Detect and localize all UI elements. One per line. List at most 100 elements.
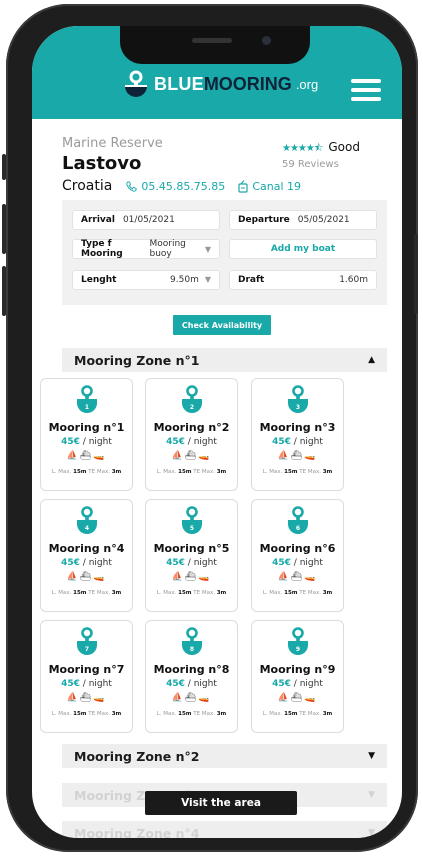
sailboat-icon: ⛵ [66, 572, 80, 582]
check-availability-button[interactable]: Check Availability [173, 315, 271, 335]
mooring-card[interactable]: 6 Mooring n°6 45€ / night ⛵⛴🚤 L. Max. 15m TE… [251, 499, 344, 612]
jetski-icon: 🚤 [93, 572, 107, 582]
buoy-icon: 1 [77, 385, 97, 413]
price-value: 45€ [272, 437, 291, 447]
hamburger-menu-icon[interactable] [351, 79, 381, 101]
draft-max-value: 3m [111, 711, 122, 717]
jetski-icon: 🚤 [304, 451, 318, 461]
mooring-card[interactable]: 3 Mooring n°3 45€ / night ⛵⛴🚤 L. Max. 15m TE… [251, 378, 344, 491]
zone-label: Mooring Zone n°1 [74, 352, 200, 368]
length-max-label: L. Max. [51, 469, 72, 475]
zone-header-1[interactable]: Mooring Zone n°1 ▲ [62, 348, 387, 372]
mooring-card[interactable]: 5 Mooring n°5 45€ / night ⛵⛴🚤 L. Max. 15m TE… [145, 499, 238, 612]
price-unit: / night [184, 437, 217, 447]
chevron-down-icon: ▼ [368, 751, 375, 761]
length-max-value: 15m [284, 469, 298, 475]
arrival-label: Arrival [81, 215, 115, 225]
volume-up-button [2, 204, 6, 254]
length-max-value: 15m [73, 590, 87, 596]
sailboat-icon: ⛵ [66, 451, 80, 461]
draft-value: 1.60m [339, 275, 368, 285]
motorboat-icon: ⛴ [184, 572, 199, 582]
jetski-icon: 🚤 [198, 451, 212, 461]
price-unit: / night [290, 558, 323, 568]
mooring-price: 45€ / night [41, 679, 132, 689]
sailboat-icon: ⛵ [277, 693, 291, 703]
boat-type-icons: ⛵⛴🚤 [41, 693, 132, 703]
length-max-label: L. Max. [51, 590, 72, 596]
mooring-card[interactable]: 7 Mooring n°7 45€ / night ⛵⛴🚤 L. Max. 15m TE… [40, 620, 133, 733]
boat-type-icons: ⛵⛴🚤 [41, 572, 132, 582]
mooring-name: Mooring n°1 [48, 421, 125, 434]
length-max-value: 15m [178, 590, 192, 596]
mooring-price: 45€ / night [252, 437, 343, 447]
visit-area-button[interactable]: Visit the area [145, 791, 297, 815]
mooring-card[interactable]: 1 Mooring n°1 45€ / night ⛵⛴🚤 L. Max. 15m TE… [40, 378, 133, 491]
mute-switch [2, 154, 6, 180]
chevron-up-icon: ▲ [368, 355, 375, 365]
price-value: 45€ [61, 558, 80, 568]
departure-label: Departure [238, 215, 290, 225]
draft-max-label: TE Max. [193, 711, 215, 717]
draft-max-label: TE Max. [88, 590, 110, 596]
mooring-name: Mooring n°5 [153, 542, 230, 555]
arrival-field[interactable]: Arrival 01/05/2021 [72, 210, 220, 230]
buoy-number: 3 [296, 404, 300, 411]
price-value: 45€ [166, 679, 185, 689]
sailboat-icon: ⛵ [171, 572, 185, 582]
draft-max-value: 3m [322, 590, 333, 596]
place-phone[interactable]: 05.45.85.75.85 [141, 180, 225, 193]
buoy-icon: 4 [77, 506, 97, 534]
draft-max-label: TE Max. [88, 469, 110, 475]
chevron-down-icon: ▼ [368, 790, 375, 800]
mooring-price: 45€ / night [252, 679, 343, 689]
motorboat-icon: ⛴ [290, 572, 305, 582]
add-my-boat-button[interactable]: Add my boat [229, 239, 377, 259]
mooring-limits: L. Max. 15m TE Max. 3m [252, 590, 343, 596]
buoy-icon: 7 [77, 627, 97, 655]
length-label: Lenght [81, 275, 117, 285]
price-unit: / night [79, 558, 112, 568]
draft-field[interactable]: Draft 1.60m [229, 270, 377, 290]
mooring-price: 45€ / night [146, 679, 237, 689]
zone-header-4[interactable]: Mooring Zone n°4 ▼ [62, 821, 387, 838]
draft-max-label: TE Max. [193, 469, 215, 475]
mooring-limits: L. Max. 15m TE Max. 3m [146, 469, 237, 475]
motorboat-icon: ⛴ [79, 451, 94, 461]
mooring-type-select[interactable]: Type f Mooring Mooring buoy ▼ [72, 239, 220, 259]
mooring-limits: L. Max. 15m TE Max. 3m [252, 711, 343, 717]
rating[interactable]: ★★★★⯪ Good 59 Reviews [282, 136, 360, 170]
length-max-value: 15m [284, 711, 298, 717]
length-max-label: L. Max. [262, 590, 283, 596]
length-select[interactable]: Lenght 9.50m ▼ [72, 270, 220, 290]
boat-type-icons: ⛵⛴🚤 [146, 572, 237, 582]
price-unit: / night [184, 558, 217, 568]
mooring-price: 45€ / night [41, 558, 132, 568]
sailboat-icon: ⛵ [277, 572, 291, 582]
volume-down-button [2, 266, 6, 316]
logo-text-mooring: MOORING [203, 73, 292, 94]
departure-field[interactable]: Departure 05/05/2021 [229, 210, 377, 230]
length-max-value: 15m [73, 711, 87, 717]
boat-type-icons: ⛵⛴🚤 [41, 451, 132, 461]
buoy-number: 2 [190, 404, 194, 411]
logo[interactable]: BLUE MOORING .org [124, 70, 318, 98]
draft-max-label: TE Max. [299, 469, 321, 475]
zone-label: Mooring Zone n°4 [74, 825, 200, 839]
mooring-price: 45€ / night [41, 437, 132, 447]
zone-header-2[interactable]: Mooring Zone n°2 ▼ [62, 744, 387, 768]
mooring-card[interactable]: 9 Mooring n°9 45€ / night ⛵⛴🚤 L. Max. 15m TE… [251, 620, 344, 733]
mooring-limits: L. Max. 15m TE Max. 3m [41, 469, 132, 475]
mooring-card[interactable]: 4 Mooring n°4 45€ / night ⛵⛴🚤 L. Max. 15m TE… [40, 499, 133, 612]
place-contact-row: Croatia 05.45.85.75.85 Canal 19 [62, 178, 382, 194]
mooring-limits: L. Max. 15m TE Max. 3m [146, 590, 237, 596]
length-value: 9.50m [170, 275, 199, 285]
mooring-card[interactable]: 2 Mooring n°2 45€ / night ⛵⛴🚤 L. Max. 15m TE… [145, 378, 238, 491]
mooring-name: Mooring n°6 [259, 542, 336, 555]
mooring-card[interactable]: 8 Mooring n°8 45€ / night ⛵⛴🚤 L. Max. 15m TE… [145, 620, 238, 733]
length-max-label: L. Max. [262, 711, 283, 717]
draft-max-value: 3m [322, 469, 333, 475]
buoy-number: 4 [85, 525, 89, 532]
draft-max-label: TE Max. [193, 590, 215, 596]
price-value: 45€ [61, 679, 80, 689]
